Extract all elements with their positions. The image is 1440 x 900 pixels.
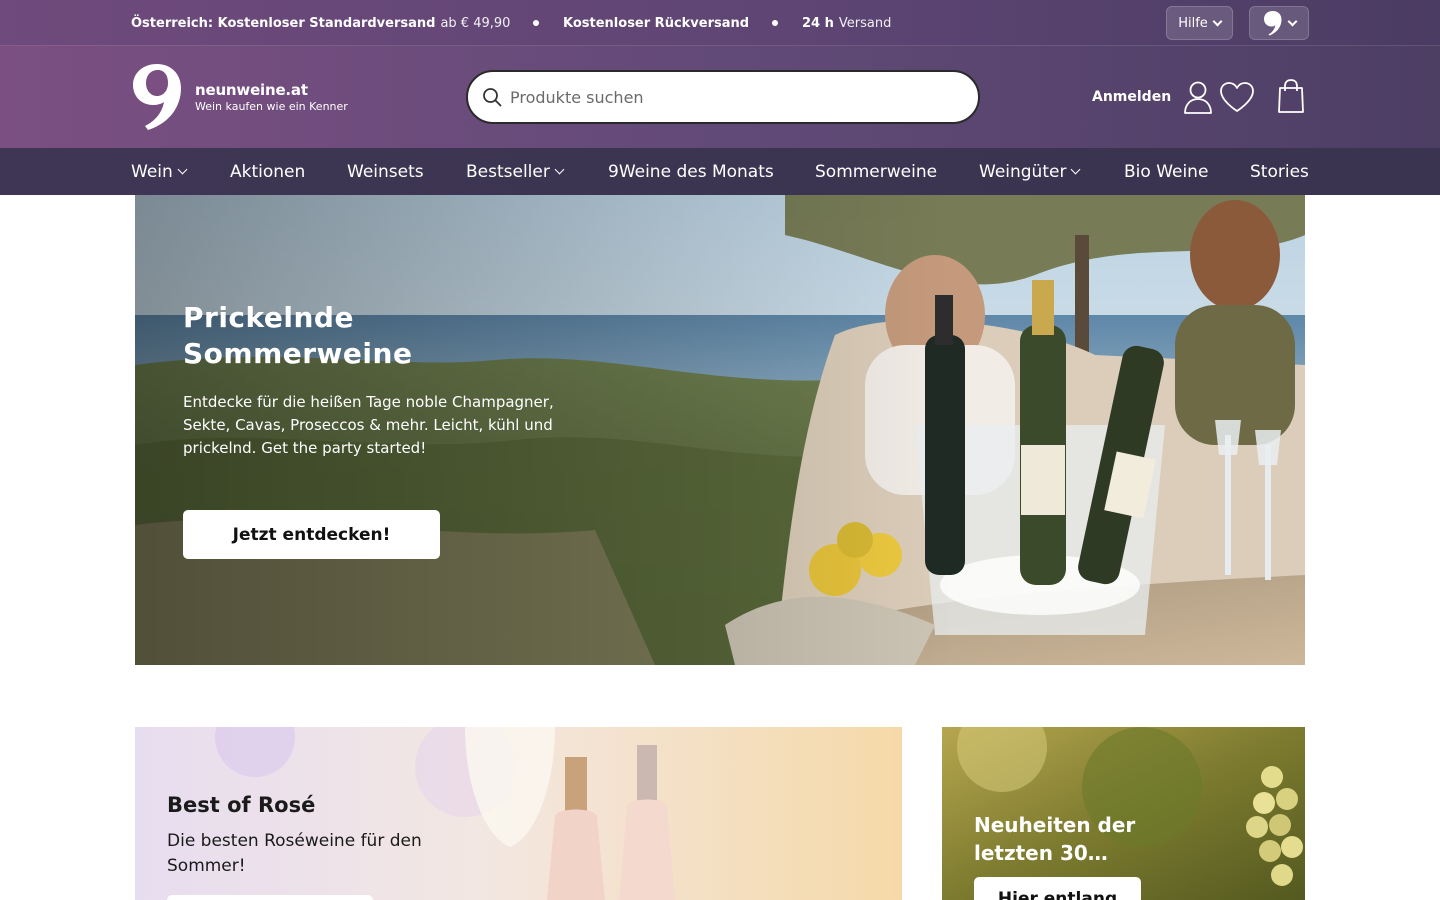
- separator-dot: [772, 20, 778, 26]
- nav-item-9weine-des-monats[interactable]: 9Weine des Monats: [608, 148, 774, 195]
- chevron-down-icon: [1212, 16, 1223, 26]
- nav-item-bestseller[interactable]: Bestseller: [466, 148, 565, 195]
- hero-banner[interactable]: Prickelnde Sommerweine Entdecke für die …: [135, 195, 1305, 665]
- login-label: Anmelden: [1092, 89, 1172, 105]
- hero-title: Prickelnde Sommerweine: [183, 301, 413, 370]
- heart-icon[interactable]: [1219, 81, 1255, 113]
- site-header: neunweine.at Wein kaufen wie ein Kenner …: [0, 46, 1440, 148]
- nav-item-label: Bio Weine: [1124, 161, 1209, 182]
- chevron-down-icon: [554, 164, 565, 175]
- usp-returns-label: Kostenloser Rückversand: [563, 15, 750, 31]
- teaser-new-arrivals[interactable]: Neuheiten der letzten 30… Hier entlang: [942, 727, 1305, 900]
- logo-name: neunweine.at: [195, 81, 308, 99]
- chevron-down-icon: [1071, 164, 1081, 175]
- usp-delivery: 24 h Versand: [802, 0, 891, 46]
- nine-logo-icon: [1263, 11, 1281, 36]
- nav-item-sommerweine[interactable]: Sommerweine: [815, 148, 937, 195]
- chevron-down-icon: [177, 164, 188, 175]
- logo-claim: Wein kaufen wie ein Kenner: [195, 100, 348, 113]
- nav-item-weinsets[interactable]: Weinsets: [347, 148, 424, 195]
- nav-item-label: Stories: [1250, 161, 1309, 182]
- usp-shipping-bold: Österreich: Kostenloser Standardversand: [131, 15, 436, 31]
- top-bar: Österreich: Kostenloser Standardversand …: [0, 0, 1440, 46]
- nav-item-label: Bestseller: [466, 161, 550, 182]
- nav-item-label: 9Weine des Monats: [608, 161, 774, 182]
- teaser-new-title: Neuheiten der letzten 30…: [974, 813, 1136, 865]
- nav-item-label: Weingüter: [979, 161, 1067, 182]
- nav-item-label: Wein: [131, 161, 173, 182]
- login-button[interactable]: Anmelden: [1092, 78, 1213, 116]
- search-input[interactable]: [510, 87, 950, 107]
- nav-item-aktionen[interactable]: Aktionen: [230, 148, 305, 195]
- usp-shipping-threshold: ab € 49,90: [440, 15, 511, 31]
- teaser-rose-button[interactable]: [167, 895, 373, 900]
- teaser-new-button[interactable]: Hier entlang: [974, 877, 1141, 900]
- help-label: Hilfe: [1178, 15, 1208, 31]
- search-bar[interactable]: [466, 70, 980, 124]
- nav-item-label: Weinsets: [347, 161, 424, 182]
- hero-text: Entdecke für die heißen Tage noble Champ…: [183, 393, 554, 457]
- nav-item-stories[interactable]: Stories: [1250, 148, 1309, 195]
- brand-dropdown[interactable]: [1249, 6, 1309, 40]
- usp-delivery-label: Versand: [838, 15, 892, 31]
- teaser-rose-title: Best of Rosé: [167, 793, 316, 817]
- teaser-rose-text: Die besten Roséweine für den Sommer!: [167, 831, 422, 876]
- logo-text: neunweine.at Wein kaufen wie ein Kenner: [195, 81, 348, 113]
- nav-item-bio-weine[interactable]: Bio Weine: [1124, 148, 1208, 195]
- nav-item-label: Sommerweine: [815, 161, 938, 182]
- teaser-best-of-rose[interactable]: Best of Rosé Die besten Roséweine für de…: [135, 727, 902, 900]
- nav-item-wein[interactable]: Wein: [131, 148, 188, 195]
- main-navigation: Wein Aktionen Weinsets Bestseller 9Weine…: [0, 148, 1440, 195]
- help-dropdown[interactable]: Hilfe: [1166, 6, 1233, 40]
- usp-returns: Kostenloser Rückversand: [563, 0, 749, 46]
- search-icon: [483, 88, 502, 107]
- nav-item-weingueter[interactable]: Weingüter: [979, 148, 1081, 195]
- nav-item-label: Aktionen: [230, 161, 306, 182]
- hero-cta-button[interactable]: Jetzt entdecken!: [183, 510, 440, 559]
- site-logo[interactable]: neunweine.at Wein kaufen wie ein Kenner: [131, 62, 348, 132]
- user-icon: [1184, 81, 1213, 114]
- shopping-bag-icon[interactable]: [1277, 78, 1305, 114]
- usp-shipping: Österreich: Kostenloser Standardversand …: [131, 0, 510, 46]
- usp-delivery-bold: 24 h: [802, 15, 834, 31]
- chevron-down-icon: [1287, 16, 1297, 26]
- nine-logo-icon: [133, 64, 181, 130]
- separator-dot: [533, 20, 539, 26]
